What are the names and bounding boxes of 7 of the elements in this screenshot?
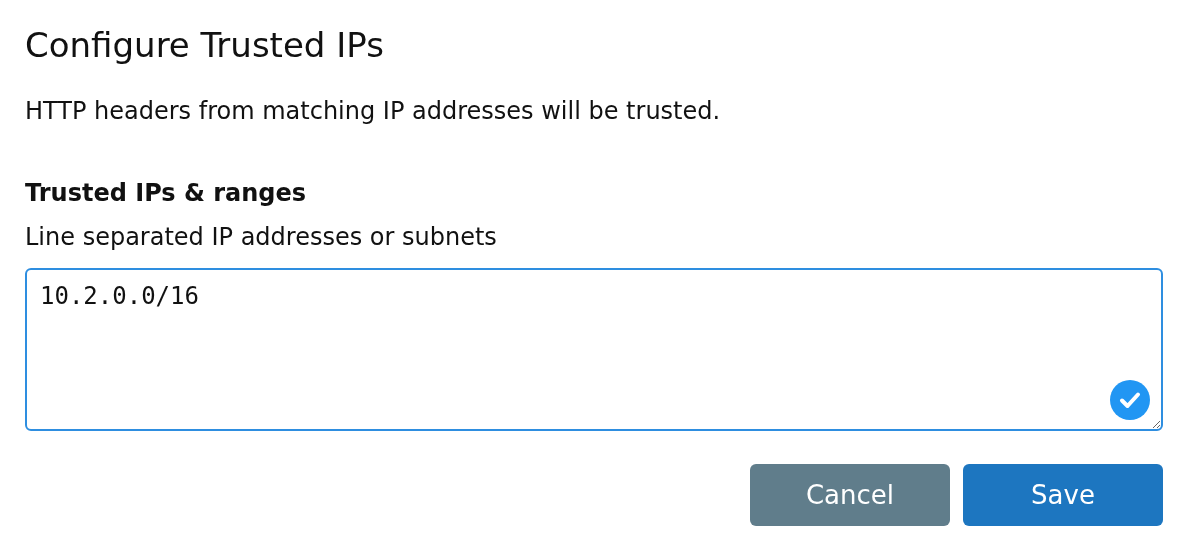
cancel-button[interactable]: Cancel xyxy=(750,464,950,526)
ip-textarea[interactable]: 10.2.0.0/16 xyxy=(25,268,1163,431)
dialog-title: Configure Trusted IPs xyxy=(25,24,385,67)
field-label: Trusted IPs & ranges xyxy=(25,178,308,209)
field-hint: Line separated IP addresses or subnets xyxy=(25,222,498,253)
description-text: HTTP headers from matching IP addresses will be trusted. xyxy=(25,96,722,127)
save-button[interactable]: Save xyxy=(963,464,1163,526)
